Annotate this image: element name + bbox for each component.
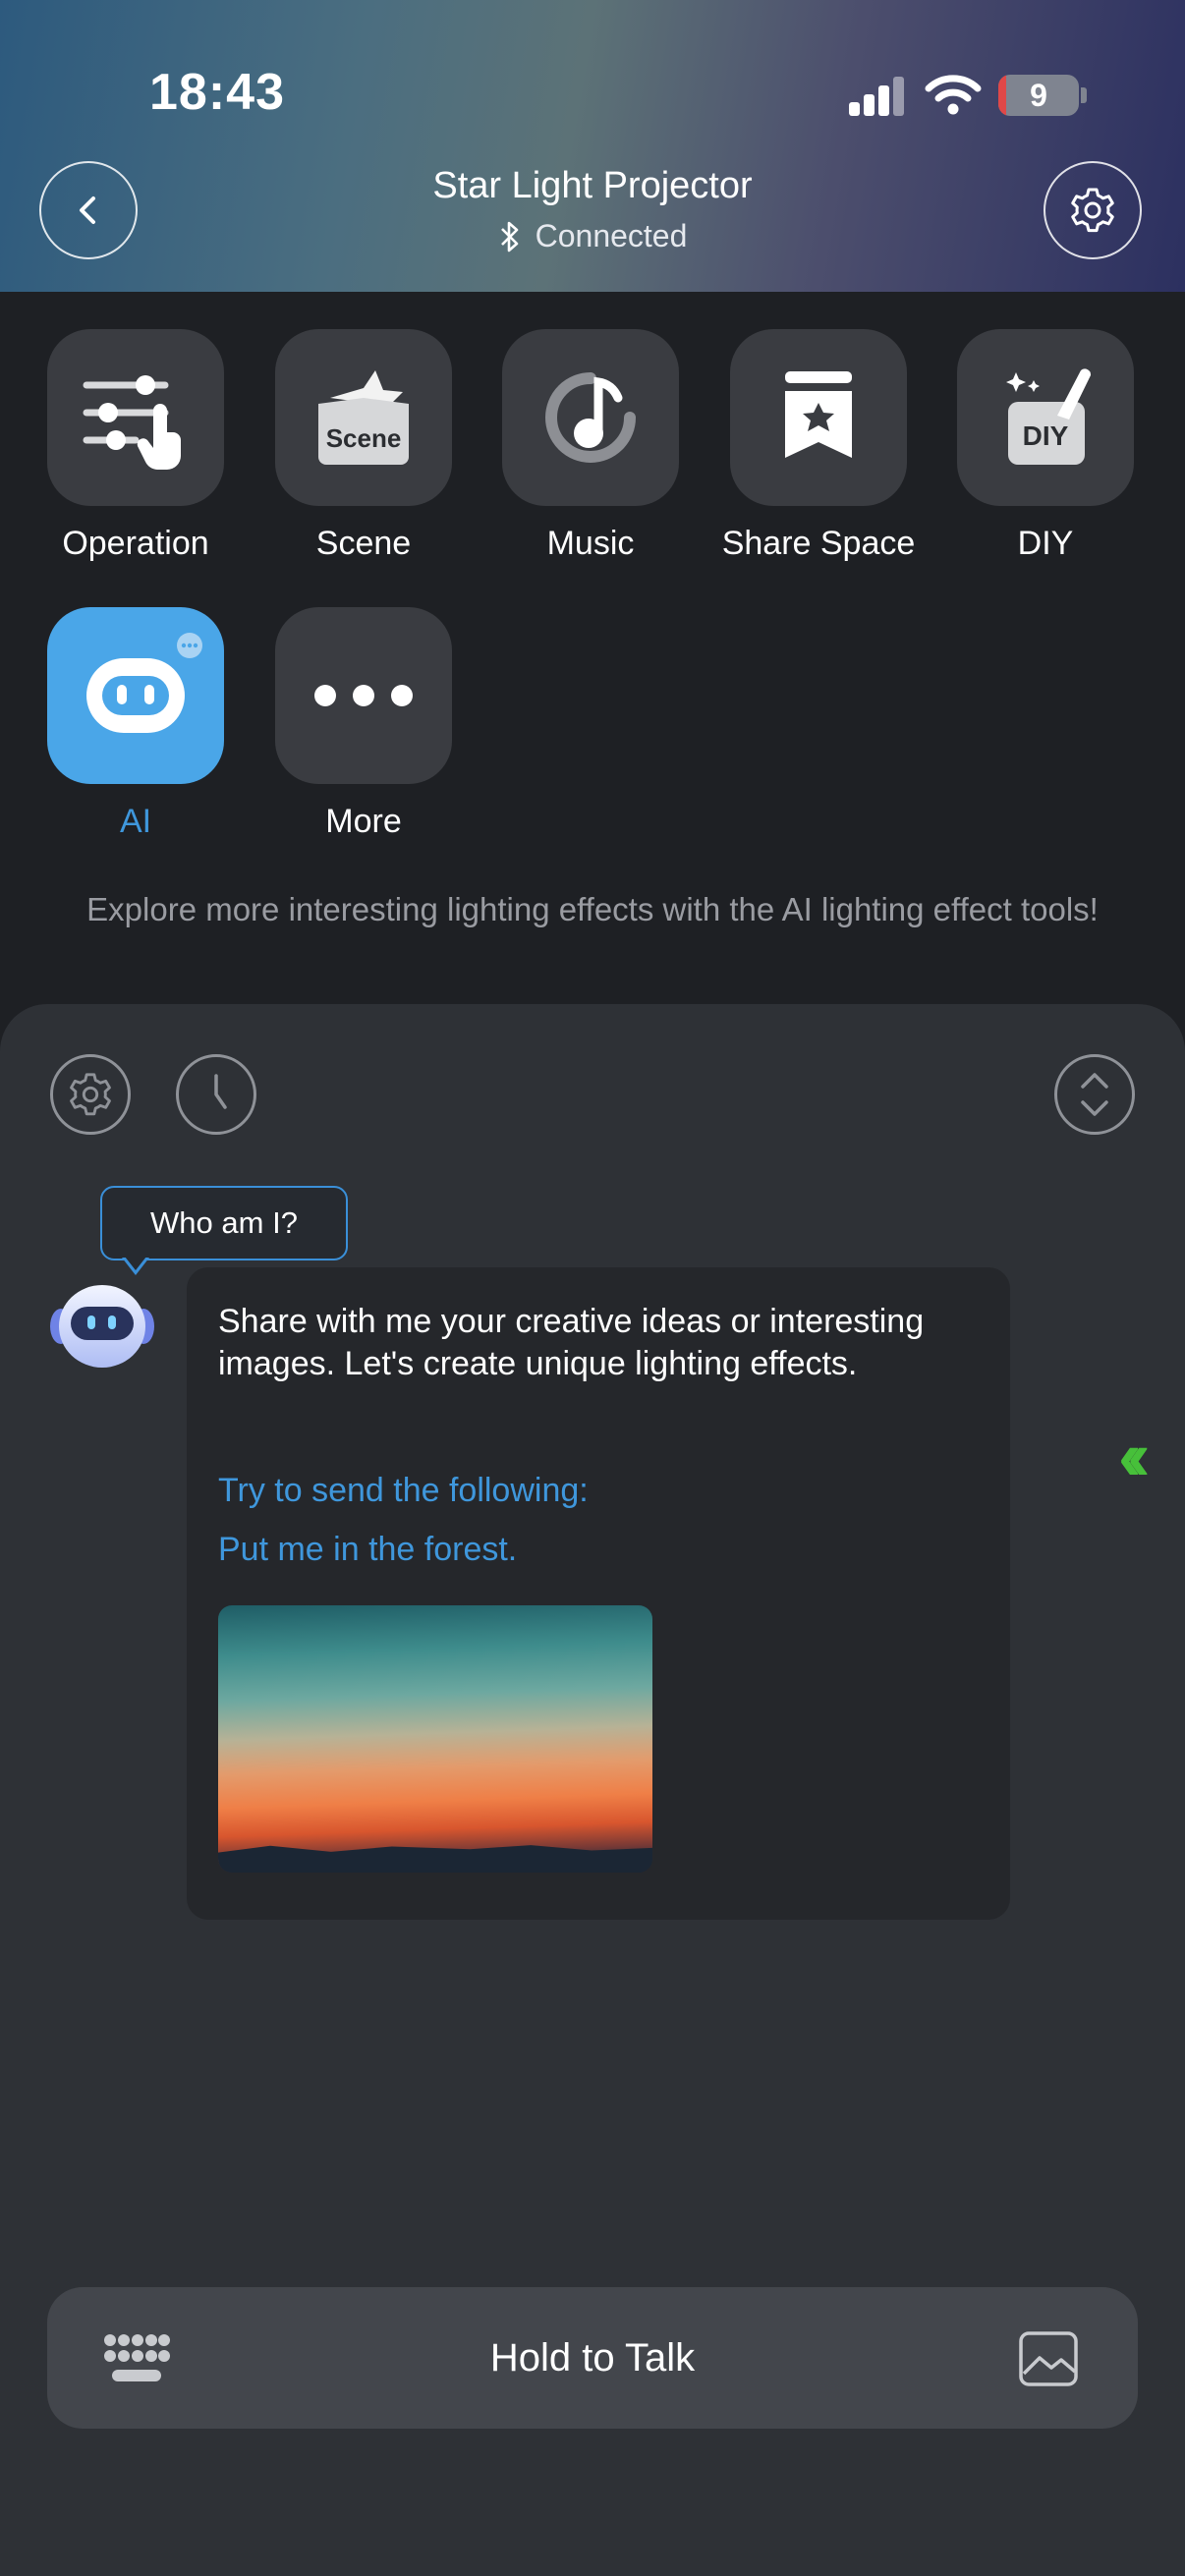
ai-robot-icon bbox=[86, 633, 202, 733]
scene-label: Scene bbox=[315, 525, 412, 562]
gear-icon bbox=[70, 1073, 111, 1116]
robot-avatar-icon[interactable] bbox=[47, 1273, 157, 1372]
diy-brush-icon: DIY bbox=[1006, 368, 1092, 465]
image-upload-icon[interactable] bbox=[1018, 2330, 1079, 2387]
clock-icon bbox=[214, 1074, 227, 1109]
history-button[interactable] bbox=[176, 1054, 256, 1135]
diy-icon-text: DIY bbox=[1023, 420, 1069, 451]
bluetooth-icon bbox=[500, 221, 518, 252]
more-tile[interactable] bbox=[275, 607, 452, 784]
example-prompt-link[interactable]: Put me in the forest. bbox=[218, 1531, 517, 1569]
voice-input-bar[interactable]: Hold to Talk bbox=[47, 2287, 1138, 2429]
share-space-tile[interactable] bbox=[730, 329, 907, 506]
promo-text: Explore more interesting lighting effect… bbox=[86, 891, 1099, 927]
scene-tile[interactable]: Scene bbox=[275, 329, 452, 506]
diy-label: DIY bbox=[1017, 525, 1074, 562]
scene-icon: Scene bbox=[318, 370, 409, 465]
share-space-icon bbox=[785, 371, 852, 458]
more-label: More bbox=[325, 803, 402, 840]
gear-icon bbox=[1071, 188, 1114, 233]
cellular-signal-icon bbox=[849, 77, 904, 116]
operation-tile[interactable] bbox=[47, 329, 224, 506]
chat-settings-button[interactable] bbox=[50, 1054, 131, 1135]
connection-status-label: Connected bbox=[535, 218, 688, 253]
double-chevron-left-icon[interactable]: ‹‹ bbox=[1118, 1422, 1150, 1490]
battery-percent: 9 bbox=[1030, 78, 1047, 113]
music-tile[interactable] bbox=[502, 329, 679, 506]
status-time: 18:43 bbox=[149, 64, 285, 121]
hold-to-talk-label: Hold to Talk bbox=[489, 2336, 696, 2380]
who-am-i-bubble[interactable]: Who am I? bbox=[100, 1186, 348, 1260]
operation-label: Operation bbox=[62, 525, 209, 562]
expand-collapse-button[interactable] bbox=[1054, 1054, 1135, 1135]
share-space-label: Share Space bbox=[721, 525, 916, 562]
diy-tile[interactable]: DIY bbox=[957, 329, 1134, 506]
scene-icon-text: Scene bbox=[326, 423, 402, 453]
bubble-tail-inner bbox=[125, 1257, 146, 1270]
device-header: 18:43 9 Star Light Projector Connected bbox=[0, 0, 1185, 292]
device-title: Star Light Projector bbox=[432, 165, 753, 206]
battery-tip bbox=[1081, 87, 1087, 103]
music-label: Music bbox=[546, 525, 635, 562]
example-sunset-image[interactable] bbox=[218, 1605, 652, 1873]
connection-status: Connected bbox=[0, 218, 1185, 254]
more-dots-icon bbox=[314, 685, 413, 706]
ai-message-text: Share with me your creative ideas or int… bbox=[218, 1303, 925, 1382]
music-note-icon bbox=[545, 372, 636, 463]
battery-indicator: 9 bbox=[998, 75, 1079, 116]
try-label: Try to send the following: bbox=[218, 1472, 589, 1509]
ai-message-card: Share with me your creative ideas or int… bbox=[187, 1267, 1010, 1920]
sliders-hand-icon bbox=[83, 375, 181, 470]
wifi-icon bbox=[925, 75, 982, 115]
ai-label: AI bbox=[119, 803, 152, 840]
device-settings-button[interactable] bbox=[1044, 161, 1142, 259]
chevron-up-down-icon bbox=[1081, 1073, 1108, 1116]
ai-tile[interactable] bbox=[47, 607, 224, 784]
